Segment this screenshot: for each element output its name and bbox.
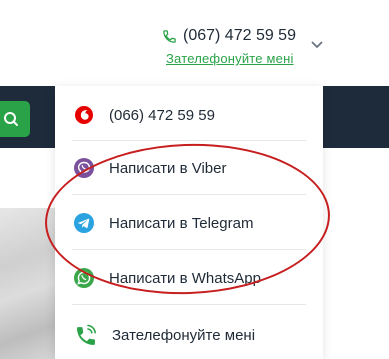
dropdown-item-label: Зателефонуйте мені xyxy=(112,326,256,344)
callback-link[interactable]: Зателефонуйте мені xyxy=(166,51,294,66)
dropdown-item-label: (066) 472 59 59 xyxy=(109,106,215,124)
vodafone-icon xyxy=(72,103,96,127)
header-phone-number[interactable]: (067) 472 59 59 xyxy=(162,26,296,46)
phone-icon xyxy=(163,29,176,43)
dropdown-item-phone[interactable]: (066) 472 59 59 xyxy=(72,103,306,127)
search-button[interactable] xyxy=(0,101,30,137)
phone-ringing-icon xyxy=(72,323,99,347)
separator xyxy=(72,140,306,141)
dropdown-item-callback[interactable]: Зателефонуйте мені xyxy=(72,322,306,348)
separator xyxy=(72,304,306,305)
header-phone-text: (067) 472 59 59 xyxy=(183,27,296,44)
chevron-down-icon[interactable] xyxy=(311,40,323,50)
search-icon xyxy=(4,112,18,126)
